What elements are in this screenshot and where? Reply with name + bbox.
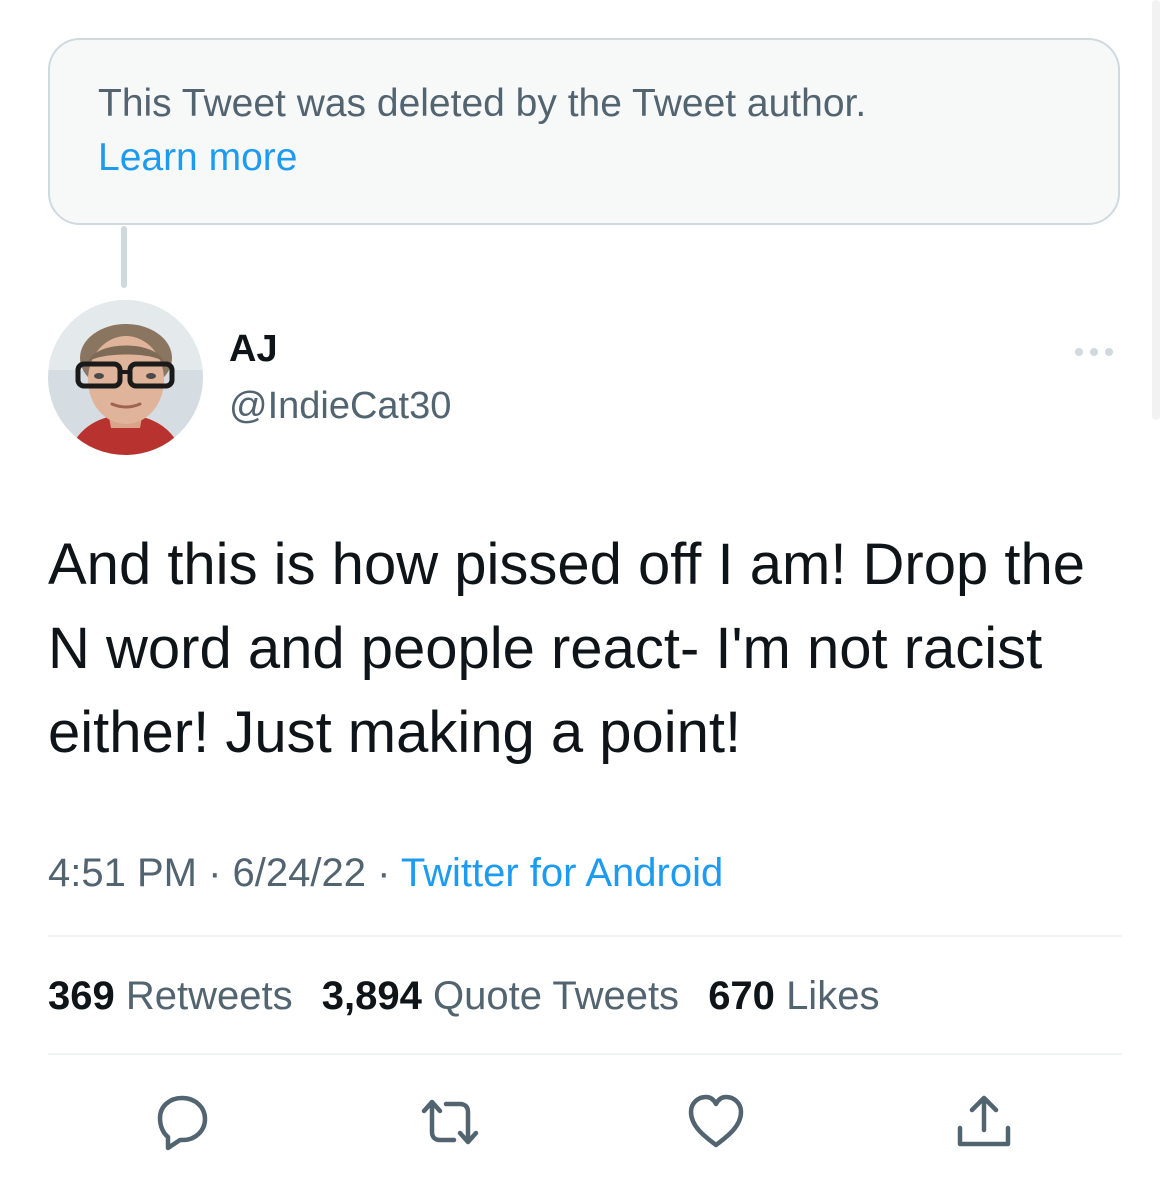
tweet-time[interactable]: 4:51 PM [48, 851, 197, 895]
author-handle[interactable]: @IndieCat30 [229, 383, 451, 429]
heart-icon [688, 1094, 744, 1148]
quote-tweets-label: Quote Tweets [432, 974, 680, 1018]
thread-connector-line [121, 226, 127, 288]
avatar[interactable] [48, 300, 203, 455]
retweet-icon [421, 1099, 479, 1145]
meta-separator: · [208, 851, 222, 895]
quote-tweets-stat[interactable]: 3,894 Quote Tweets [322, 970, 679, 1022]
meta-separator: · [377, 851, 391, 895]
deleted-tweet-notice: This Tweet was deleted by the Tweet auth… [48, 38, 1120, 225]
divider [48, 1053, 1122, 1055]
deleted-notice-text: This Tweet was deleted by the Tweet auth… [98, 82, 867, 125]
learn-more-link[interactable]: Learn more [98, 132, 297, 184]
retweet-button[interactable] [418, 1090, 482, 1154]
reply-icon [157, 1095, 208, 1151]
tweet-date[interactable]: 6/24/22 [233, 851, 366, 895]
likes-label: Likes [786, 974, 880, 1018]
like-button[interactable] [684, 1090, 748, 1154]
share-icon [957, 1095, 1011, 1147]
tweet-source-link[interactable]: Twitter for Android [401, 851, 723, 895]
quote-tweets-count: 3,894 [321, 974, 422, 1018]
tweet-metadata: 4:51 PM · 6/24/22 · Twitter for Android [48, 848, 723, 898]
share-button[interactable] [952, 1090, 1016, 1154]
divider [48, 935, 1122, 937]
reply-button[interactable] [150, 1090, 214, 1154]
tweet-text: And this is how pissed off I am! Drop th… [48, 532, 1086, 765]
tweet-stats: 369 Retweets 3,894 Quote Tweets 670 Like… [48, 970, 897, 1022]
author-display-name[interactable]: AJ [229, 326, 278, 372]
avatar-image [48, 300, 203, 455]
likes-stat[interactable]: 670 Likes [708, 970, 879, 1022]
more-options-button[interactable] [1064, 330, 1124, 374]
retweets-label: Retweets [125, 974, 293, 1018]
scrollbar[interactable] [1152, 0, 1160, 420]
more-icon [1075, 348, 1113, 356]
likes-count: 670 [708, 974, 775, 1018]
retweets-count: 369 [48, 974, 115, 1018]
retweets-stat[interactable]: 369 Retweets [48, 970, 293, 1022]
